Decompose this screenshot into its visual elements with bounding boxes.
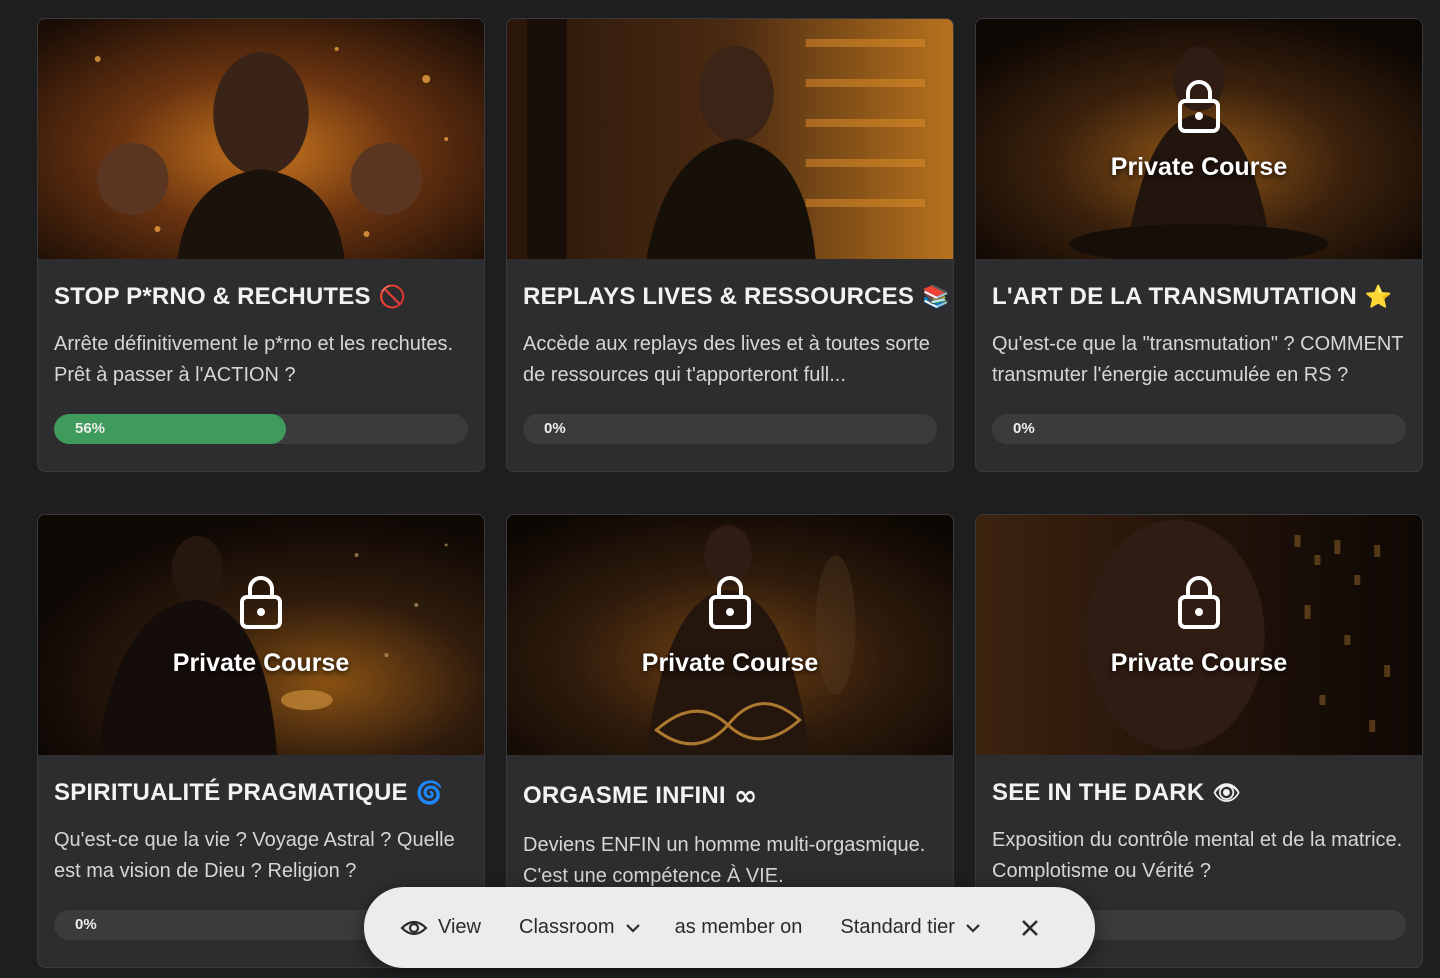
close-button[interactable] [1017, 915, 1043, 941]
books-icon: 📚 [922, 284, 950, 310]
course-title-text: L'ART DE LA TRANSMUTATION [992, 283, 1357, 310]
private-overlay: Private Course [976, 19, 1422, 259]
course-title: SPIRITUALITÉ PRAGMATIQUE 🌀 [54, 779, 468, 807]
course-description: Accède aux replays des lives et à toutes… [523, 333, 930, 386]
private-course-label: Private Course [1110, 648, 1288, 677]
view-label: View [438, 916, 481, 938]
lock-icon [709, 575, 751, 629]
course-title-text: STOP P*RNO & RECHUTES [54, 283, 371, 310]
course-thumbnail: Private Course [976, 19, 1422, 259]
course-description: Qu'est-ce que la vie ? Voyage Astral ? Q… [54, 829, 455, 882]
course-title: REPLAYS LIVES & RESSOURCES 📚 [523, 283, 949, 311]
course-card-stop-porno[interactable]: STOP P*RNO & RECHUTES 🚫 Arrête définitiv… [37, 18, 485, 472]
preview-toolbar: View Classroom as member on Standard tie… [364, 887, 1095, 968]
classroom-dropdown[interactable]: Classroom [519, 916, 641, 939]
course-thumbnail [507, 19, 953, 259]
classroom-label: Classroom [519, 916, 615, 938]
course-card-replays[interactable]: REPLAYS LIVES & RESSOURCES 📚 Accède aux … [506, 18, 954, 472]
chevron-down-icon [625, 923, 640, 933]
progress-label: 56% [75, 420, 106, 437]
course-title: L'ART DE LA TRANSMUTATION ⭐ [992, 283, 1406, 311]
member-text: as member on [675, 916, 803, 939]
course-grid: STOP P*RNO & RECHUTES 🚫 Arrête définitiv… [37, 18, 1423, 968]
private-overlay: Private Course [38, 515, 484, 755]
progress-bar: 0% [992, 414, 1406, 444]
course-title-text: REPLAYS LIVES & RESSOURCES [523, 283, 915, 310]
member-label: as member on [674, 916, 803, 938]
course-description: Qu'est-ce que la "transmutation" ? COMME… [992, 333, 1404, 386]
course-thumbnail: Private Course [976, 515, 1422, 755]
progress-label: 0% [544, 420, 566, 437]
progress-bar: 56% [54, 414, 468, 444]
lock-icon [1178, 79, 1220, 133]
star-icon: ⭐ [1364, 284, 1393, 310]
course-card-transmutation[interactable]: Private Course L'ART DE LA TRANSMUTATION… [975, 18, 1423, 472]
progress-label: 0% [75, 916, 97, 933]
tier-dropdown[interactable]: Standard tier [840, 916, 981, 939]
course-description: Exposition du contrôle mental et de la m… [992, 829, 1403, 882]
private-overlay: Private Course [976, 515, 1422, 755]
course-thumbnail [38, 19, 484, 259]
course-title: ORGASME INFINI ∞ [523, 779, 937, 812]
course-thumbnail: Private Course [38, 515, 484, 755]
view-as-button[interactable]: View [400, 916, 481, 939]
prohibited-icon: 🚫 [378, 284, 407, 310]
course-title: SEE IN THE DARK 👁 [992, 779, 1406, 807]
progress-bar: 0% [523, 414, 937, 444]
course-title: STOP P*RNO & RECHUTES 🚫 [54, 283, 468, 311]
lock-icon [240, 575, 282, 629]
course-title-text: SEE IN THE DARK [992, 779, 1205, 806]
course-description: Arrête définitivement le p*rno et les re… [54, 333, 454, 386]
private-course-label: Private Course [1110, 152, 1288, 181]
course-title-text: ORGASME INFINI [523, 781, 726, 809]
private-overlay: Private Course [507, 515, 953, 755]
course-description: Deviens ENFIN un homme multi-orgasmique.… [523, 834, 926, 887]
spiral-icon: 🌀 [415, 780, 444, 806]
progress-label: 0% [1013, 420, 1035, 437]
eye-icon: 👁 [1212, 780, 1241, 806]
private-course-label: Private Course [641, 648, 819, 677]
private-course-label: Private Course [172, 648, 350, 677]
close-icon [1022, 919, 1038, 936]
lock-icon [1178, 575, 1220, 629]
chevron-down-icon [966, 923, 980, 933]
tier-label: Standard tier [840, 916, 955, 938]
eye-icon [400, 920, 428, 935]
course-title-text: SPIRITUALITÉ PRAGMATIQUE [54, 779, 408, 806]
course-thumbnail: Private Course [507, 515, 953, 755]
infinity-icon: ∞ [733, 779, 758, 812]
